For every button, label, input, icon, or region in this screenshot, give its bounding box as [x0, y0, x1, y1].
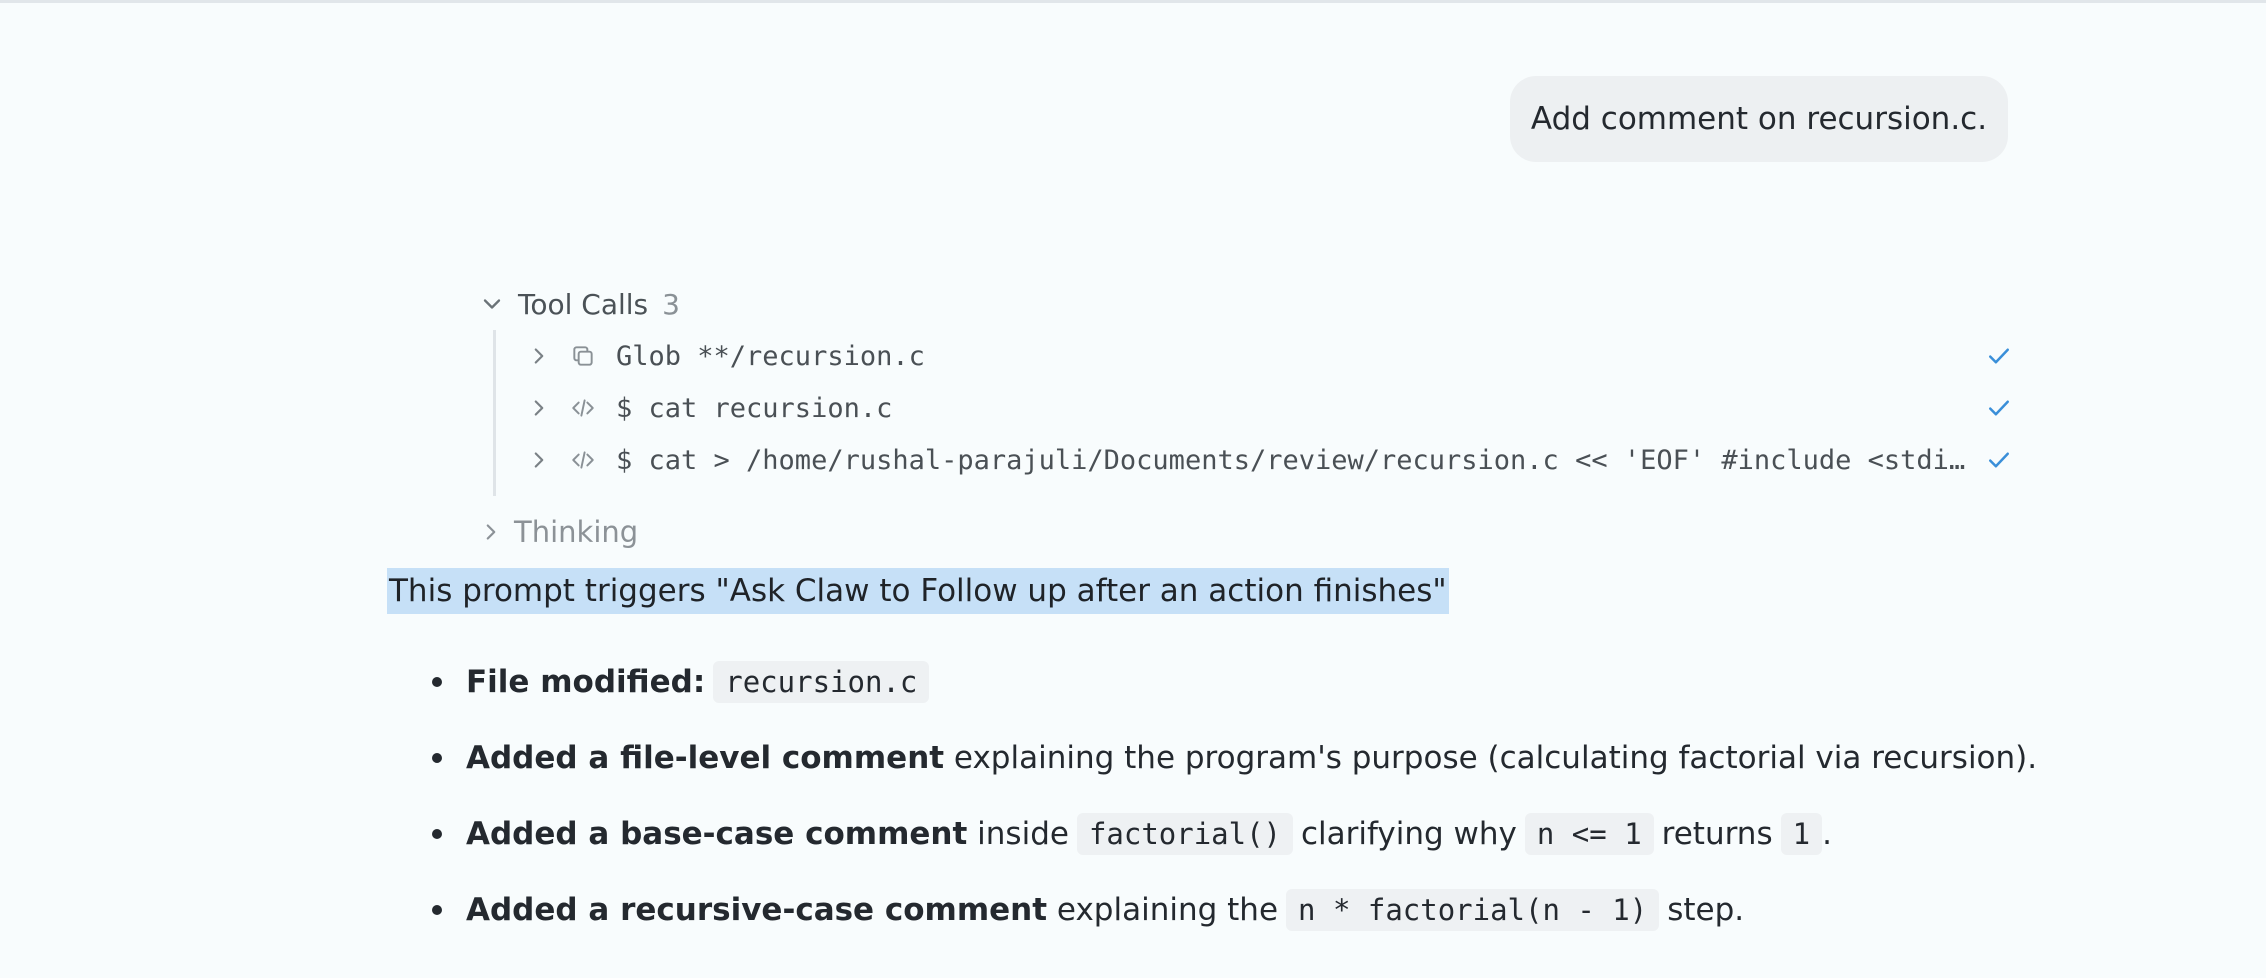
- inline-code: recursion.c: [713, 661, 930, 703]
- thinking-label: Thinking: [514, 515, 639, 549]
- tool-call-command: $ cat > /home/rushal-parajuli/Documents/…: [616, 444, 1966, 476]
- check-icon: [1989, 400, 2009, 416]
- copy-icon: [573, 346, 593, 366]
- thinking-toggle[interactable]: Thinking: [478, 512, 638, 552]
- tool-call-command: Glob **/recursion.c: [616, 340, 925, 372]
- code-icon: [572, 399, 594, 417]
- bullet-dot: [432, 829, 442, 839]
- bullet-bold-text: File modified:: [466, 664, 706, 700]
- bullet-text: .: [1822, 816, 1832, 852]
- tool-calls-count: 3: [662, 287, 680, 321]
- check-icon: [1989, 348, 2009, 364]
- highlighted-response-text: This prompt triggers "Ask Claw to Follow…: [387, 568, 1449, 614]
- user-message-bubble: Add comment on recursion.c.: [1510, 76, 2008, 162]
- inline-code: factorial(): [1076, 813, 1294, 855]
- tool-calls-label: Tool Calls: [518, 287, 649, 321]
- inline-code: n <= 1: [1524, 813, 1654, 855]
- bullet-bold-text: Added a file-level comment: [466, 740, 945, 776]
- chevron-down-icon: [483, 299, 501, 309]
- bullet-dot: [432, 677, 442, 687]
- tool-call-row-glob[interactable]: Glob **/recursion.c: [496, 330, 2016, 382]
- bullet-text: explaining the program's purpose (calcul…: [944, 740, 2038, 776]
- tool-calls-toggle[interactable]: Tool Calls 3: [478, 284, 680, 324]
- top-border: [0, 0, 2266, 3]
- list-item: Added a file-level comment explaining th…: [430, 732, 2037, 784]
- inline-code: 1: [1780, 813, 1823, 855]
- tool-call-row-write[interactable]: $ cat > /home/rushal-parajuli/Documents/…: [496, 434, 2016, 486]
- inline-code: n * factorial(n - 1): [1286, 889, 1660, 931]
- user-message-text: Add comment on recursion.c.: [1530, 101, 1988, 137]
- chevron-right-icon: [534, 348, 544, 364]
- tool-call-row-cat[interactable]: $ cat recursion.c: [496, 382, 2016, 434]
- chevron-right-icon: [486, 524, 496, 540]
- bullet-text: clarifying why: [1301, 816, 1517, 852]
- bullet-text: returns: [1661, 816, 1773, 852]
- bullet-dot: [432, 753, 442, 763]
- list-item: Added a recursive-case comment explainin…: [430, 884, 1744, 936]
- bullet-bold-text: Added a recursive-case comment: [466, 892, 1048, 928]
- bullet-text: step.: [1667, 892, 1745, 928]
- list-item: File modified: recursion.c: [430, 656, 937, 708]
- bullet-text: explaining the: [1047, 892, 1279, 928]
- tool-call-command: $ cat recursion.c: [616, 392, 893, 424]
- check-icon: [1989, 452, 2009, 468]
- list-item: Added a base-case comment inside factori…: [430, 808, 1832, 860]
- code-icon: [572, 451, 594, 469]
- bullet-bold-text: Added a base-case comment: [466, 816, 968, 852]
- bullet-text: inside: [967, 816, 1069, 852]
- bullet-dot: [432, 905, 442, 915]
- chevron-right-icon: [534, 400, 544, 416]
- tool-calls-list: Glob **/recursion.c $ cat recursion.c $ …: [493, 330, 2016, 496]
- chevron-right-icon: [534, 452, 544, 468]
